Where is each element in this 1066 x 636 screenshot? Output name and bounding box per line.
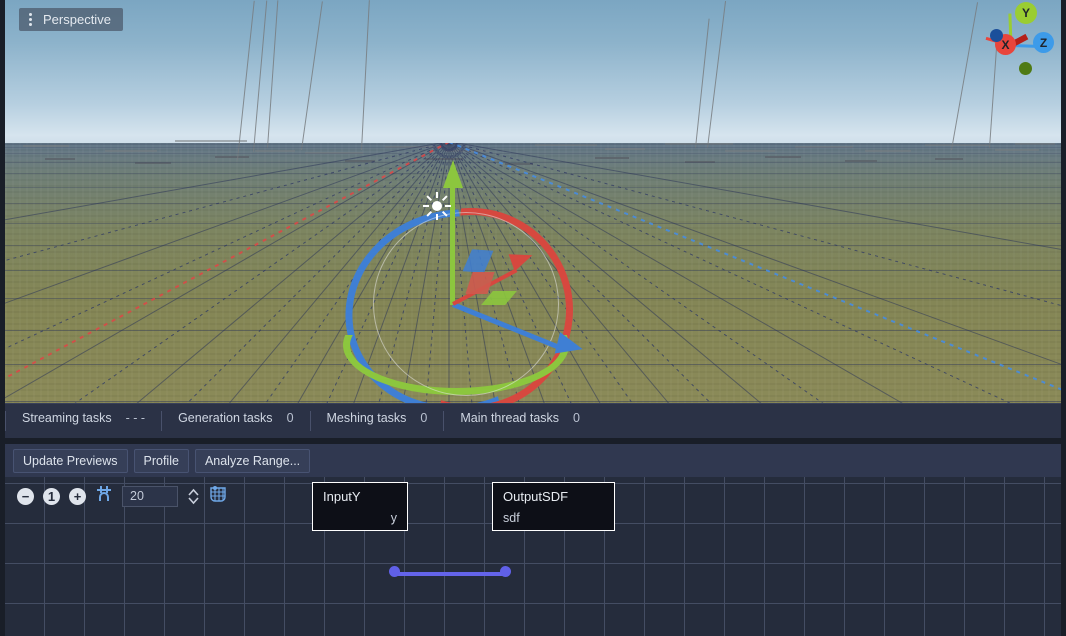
node-port-row-input[interactable]: sdf [493,511,614,525]
grid-mesh-icon[interactable] [209,485,227,507]
status-item-generation-tasks: Generation tasks 0 [161,411,309,431]
status-value: - - - [125,411,146,425]
node-port-label: sdf [503,511,520,525]
axis-ball-x-label: X [1001,37,1010,52]
status-label: Meshing tasks [326,411,407,425]
axis-ball-y-negative[interactable] [1019,62,1032,75]
graph-canvas[interactable]: − 1 + 20 InputY y OutputSDF sdf [5,477,1061,636]
grid-size-input[interactable]: 20 [122,485,178,507]
axis-orientation-gizmo[interactable]: Y X Z [967,2,1054,88]
graph-zoom-toolbar: − 1 + 20 [17,482,227,510]
status-label: Generation tasks [178,411,273,425]
node-connection-wire[interactable] [394,572,506,576]
axis-ball-y-label: Y [1021,6,1030,20]
status-item-streaming-tasks: Streaming tasks - - - [5,411,161,431]
axis-ball-z-negative[interactable] [990,29,1003,42]
zoom-out-icon[interactable]: − [17,487,34,505]
kebab-menu-icon[interactable] [25,13,36,26]
rotation-ring-white[interactable] [373,212,559,396]
status-bar: Streaming tasks - - - Generation tasks 0… [5,403,1061,438]
axis-arrowhead-y[interactable] [443,160,463,188]
status-value: 0 [286,411,294,425]
viewport-3d[interactable]: Perspective Y X Z [5,0,1061,403]
status-label: Streaming tasks [22,411,112,425]
update-previews-button[interactable]: Update Previews [13,448,128,473]
graph-node-outputsdf[interactable]: OutputSDF sdf [492,482,615,531]
status-label: Main thread tasks [460,411,560,425]
graph-node-inputy[interactable]: InputY y [312,482,408,531]
profile-button[interactable]: Profile [133,448,189,473]
transform-gizmo[interactable] [335,150,595,400]
node-port-dot-output[interactable] [389,566,400,577]
zoom-in-icon[interactable]: + [69,487,86,505]
axis-ball-z-label: Z [1039,35,1048,50]
axis-ball-z[interactable]: Z [1033,32,1054,53]
application-window: Perspective Y X Z Streaming tasks - - - [0,0,1066,636]
graph-editor-panel: Update Previews Profile Analyze Range...… [5,444,1061,636]
sky-backdrop [5,0,1061,144]
status-value: 0 [573,411,580,425]
sun-core [432,201,442,211]
node-title: OutputSDF [503,489,569,504]
axis-ball-y[interactable]: Y [1015,2,1037,24]
node-port-label: y [390,511,397,525]
sun-light-icon[interactable] [423,192,451,220]
snap-align-icon[interactable] [95,485,113,507]
node-port-dot-input[interactable] [500,566,511,577]
node-port-row-output[interactable]: y [313,511,407,525]
viewport-mode-label[interactable]: Perspective [19,8,123,31]
zoom-reset-icon[interactable]: 1 [43,487,60,505]
grid-size-stepper[interactable] [187,487,200,506]
status-item-meshing-tasks: Meshing tasks 0 [309,411,444,431]
status-item-main-thread-tasks: Main thread tasks 0 [443,411,596,431]
graph-toolbar: Update Previews Profile Analyze Range... [5,444,1061,477]
analyze-range-button[interactable]: Analyze Range... [194,448,311,473]
viewport-mode-text: Perspective [43,12,111,27]
status-value: 0 [420,411,428,425]
node-title: InputY [323,489,361,504]
